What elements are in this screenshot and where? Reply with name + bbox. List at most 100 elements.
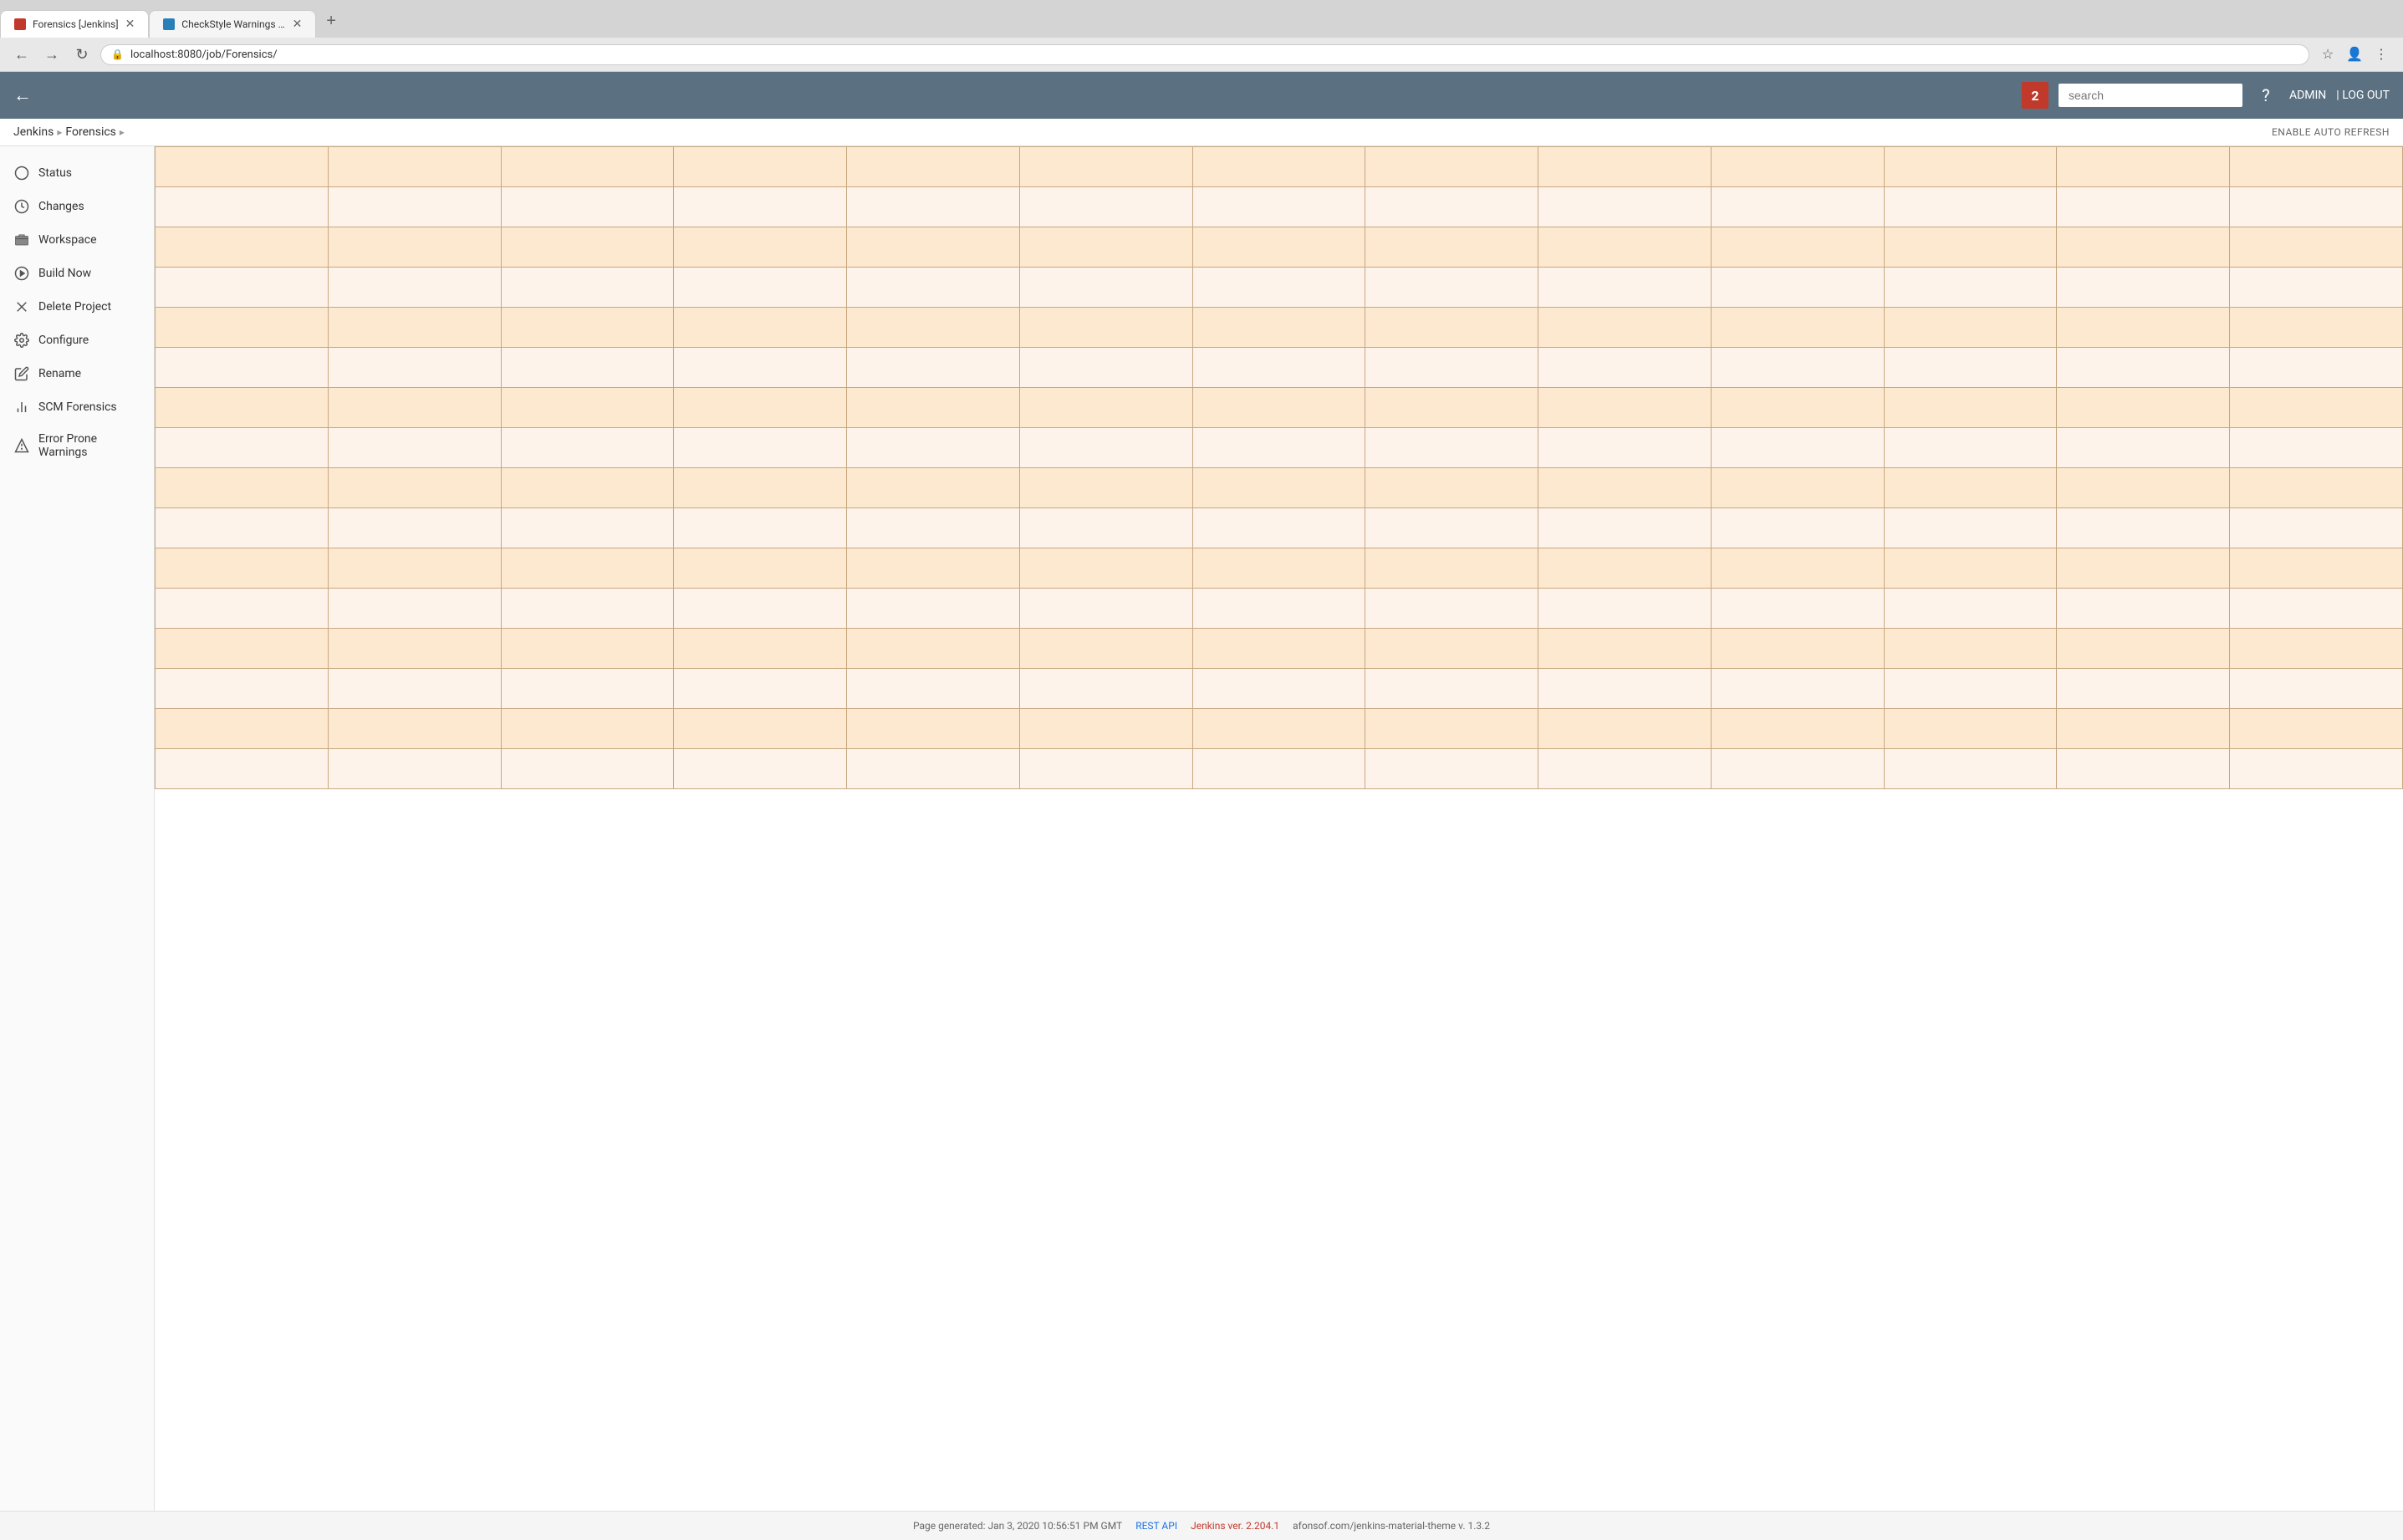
jenkins-back-button[interactable]: ← (13, 84, 32, 106)
table-cell (1019, 508, 1192, 548)
breadcrumb-forensics[interactable]: Forensics (65, 125, 116, 139)
jenkins-version-link[interactable]: Jenkins ver. 2.204.1 (1191, 1520, 1279, 1532)
auto-refresh-button[interactable]: ENABLE AUTO REFRESH (2272, 126, 2390, 138)
browser-tab-2[interactable]: CheckStyle Warnings [Jenkins] ✕ (149, 10, 316, 38)
table-cell (1711, 147, 1884, 187)
table-cell (847, 308, 1020, 348)
sidebar-item-status[interactable]: Status (0, 156, 154, 190)
tab-favicon-2 (163, 18, 175, 30)
notification-count: 2 (2031, 88, 2038, 104)
table-cell (2057, 749, 2230, 789)
sidebar-item-rename[interactable]: Rename (0, 357, 154, 390)
back-button[interactable]: ← (10, 43, 33, 66)
sidebar-item-configure[interactable]: Configure (0, 324, 154, 357)
sidebar: Status Changes Workspace Build Now Delet (0, 146, 155, 1511)
breadcrumb-jenkins[interactable]: Jenkins (13, 125, 54, 139)
table-cell (328, 268, 501, 308)
table-cell (1884, 709, 2057, 749)
browser-tab-1[interactable]: Forensics [Jenkins] ✕ (0, 10, 149, 38)
sidebar-item-delete-project[interactable]: Delete Project (0, 290, 154, 324)
table-cell (2230, 147, 2403, 187)
table-cell (2057, 428, 2230, 468)
table-cell (501, 348, 674, 388)
bookmark-button[interactable]: ☆ (2316, 43, 2339, 66)
table-cell (2057, 589, 2230, 629)
table-cell (501, 428, 674, 468)
table-cell (156, 629, 329, 669)
table-cell (1538, 308, 1712, 348)
table-cell (1192, 388, 1365, 428)
sidebar-label-changes: Changes (38, 200, 84, 213)
new-tab-button[interactable]: + (316, 5, 346, 38)
table-cell (1711, 629, 1884, 669)
theme-text: afonsof.com/jenkins-material-theme v. 1.… (1293, 1520, 1490, 1532)
table-cell (1019, 227, 1192, 268)
table-cell (1711, 227, 1884, 268)
table-cell (156, 308, 329, 348)
table-cell (2230, 709, 2403, 749)
table-cell (1538, 388, 1712, 428)
table-cell (156, 709, 329, 749)
table-cell (2230, 308, 2403, 348)
table-cell (674, 187, 847, 227)
sidebar-item-build-now[interactable]: Build Now (0, 257, 154, 290)
table-cell (328, 589, 501, 629)
table-cell (674, 749, 847, 789)
delete-project-icon (13, 298, 30, 315)
logout-button[interactable]: | LOG OUT (2336, 89, 2390, 102)
table-row (156, 388, 2403, 428)
configure-icon (13, 332, 30, 349)
sidebar-item-error-prone-warnings[interactable]: Error Prone Warnings (0, 424, 154, 467)
address-bar[interactable]: 🔒 localhost:8080/job/Forensics/ (100, 44, 2309, 65)
table-cell (1019, 749, 1192, 789)
jenkins-header: ← 2 ? ADMIN | LOG OUT (0, 72, 2403, 119)
help-button[interactable]: ? (2252, 82, 2279, 109)
table-cell (674, 589, 847, 629)
rest-api-link[interactable]: REST API (1135, 1520, 1177, 1532)
table-cell (847, 669, 1020, 709)
menu-button[interactable]: ⋮ (2370, 43, 2393, 66)
table-cell (2057, 388, 2230, 428)
user-button[interactable]: 👤 (2343, 43, 2366, 66)
table-cell (328, 709, 501, 749)
table-cell (1538, 508, 1712, 548)
sidebar-label-status: Status (38, 166, 72, 180)
table-cell (2057, 348, 2230, 388)
table-cell (1711, 348, 1884, 388)
table-cell (1884, 669, 2057, 709)
table-cell (1711, 508, 1884, 548)
table-cell (674, 227, 847, 268)
tab-close-1[interactable]: ✕ (125, 18, 135, 31)
search-input[interactable] (2059, 84, 2242, 107)
table-row (156, 589, 2403, 629)
table-cell (674, 388, 847, 428)
table-cell (2057, 508, 2230, 548)
table-cell (156, 348, 329, 388)
table-cell (2230, 508, 2403, 548)
table-cell (1192, 669, 1365, 709)
table-cell (1538, 147, 1712, 187)
sidebar-item-changes[interactable]: Changes (0, 190, 154, 223)
forward-button[interactable]: → (40, 43, 64, 66)
table-cell (1365, 709, 1538, 749)
table-cell (501, 749, 674, 789)
table-cell (2057, 227, 2230, 268)
table-cell (674, 348, 847, 388)
table-cell (1019, 589, 1192, 629)
table-cell (2057, 669, 2230, 709)
tab-close-2[interactable]: ✕ (293, 18, 303, 31)
sidebar-item-scm-forensics[interactable]: SCM Forensics (0, 390, 154, 424)
help-icon: ? (2262, 85, 2269, 105)
table-cell (328, 308, 501, 348)
sidebar-item-workspace[interactable]: Workspace (0, 223, 154, 257)
admin-label[interactable]: ADMIN (2289, 89, 2326, 102)
notification-badge[interactable]: 2 (2022, 82, 2048, 109)
reload-button[interactable]: ↻ (70, 43, 94, 66)
table-row (156, 468, 2403, 508)
table-cell (501, 468, 674, 508)
table-cell (156, 428, 329, 468)
table-cell (1538, 227, 1712, 268)
table-cell (1192, 348, 1365, 388)
table-cell (1365, 348, 1538, 388)
changes-icon (13, 198, 30, 215)
